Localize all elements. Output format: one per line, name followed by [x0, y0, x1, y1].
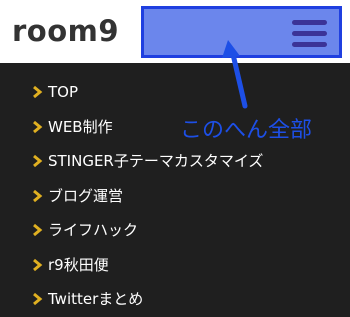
nav-item-label: ブログ運営: [48, 187, 124, 205]
hamburger-icon[interactable]: [292, 20, 327, 47]
annotation-label: このへん全部: [180, 118, 313, 143]
nav-item-lifehack[interactable]: ライフハック: [0, 218, 138, 242]
nav-item-label: STINGER子テーマカスタマイズ: [48, 152, 264, 170]
nav-item-label: Twitterまとめ: [48, 290, 144, 308]
nav-item-stinger[interactable]: STINGER子テーマカスタマイズ: [0, 149, 263, 173]
nav-item-top[interactable]: TOP: [0, 80, 78, 104]
nav-item-akita[interactable]: r9秋田便: [0, 253, 109, 277]
chevron-right-icon: [33, 154, 43, 168]
chevron-right-icon: [33, 189, 43, 203]
hamburger-line: [292, 31, 327, 36]
chevron-right-icon: [33, 258, 43, 272]
nav-item-label: r9秋田便: [48, 256, 109, 274]
nav-item-label: TOP: [48, 83, 79, 101]
chevron-right-icon: [33, 223, 43, 237]
nav-item-label: WEB制作: [48, 118, 113, 136]
nav-item-web[interactable]: WEB制作: [0, 115, 113, 139]
page: room9 TOP WEB制作 STINGER子テーマカスタマイズ ブログ運営 …: [0, 0, 350, 317]
nav-item-blog[interactable]: ブログ運営: [0, 184, 123, 208]
annotation-arrow-icon: [222, 40, 248, 109]
chevron-right-icon: [33, 85, 43, 99]
chevron-right-icon: [33, 120, 43, 134]
site-header: room9: [0, 0, 350, 63]
chevron-right-icon: [33, 292, 43, 306]
nav-item-label: ライフハック: [48, 221, 139, 239]
site-logo[interactable]: room9: [12, 14, 119, 48]
hamburger-line: [292, 20, 327, 25]
nav-item-twitter[interactable]: Twitterまとめ: [0, 287, 143, 311]
hamburger-line: [292, 42, 327, 47]
